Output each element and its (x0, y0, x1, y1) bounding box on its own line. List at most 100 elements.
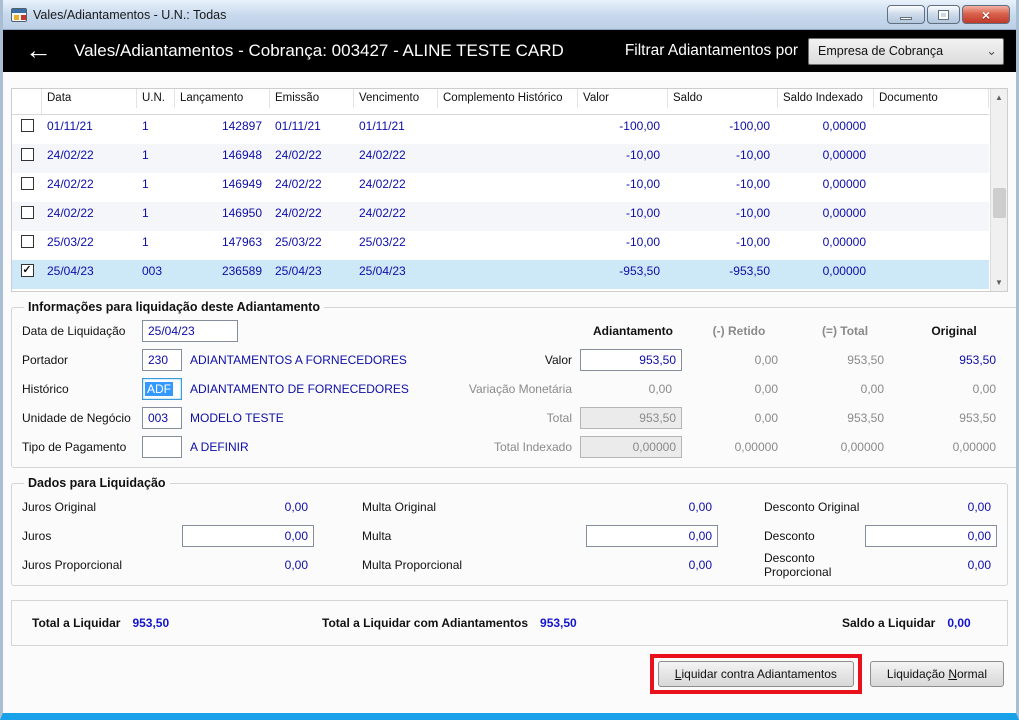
tipo-de-pagamento-input[interactable] (142, 436, 182, 458)
field-label: Unidade de Negócio (22, 411, 142, 425)
vertical-scrollbar[interactable]: ▲ ▼ (990, 89, 1007, 291)
liquidation-label: Desconto Original (764, 500, 865, 514)
liquidation-label: Juros Proporcional (22, 558, 182, 572)
column-header-emissao[interactable]: Emissão (270, 89, 354, 108)
column-header-saldo-indexado[interactable]: Saldo Indexado (778, 89, 874, 108)
table-row[interactable]: 24/02/22114694824/02/2224/02/22-10,00-10… (12, 144, 989, 173)
matrix-cell: 0,00000 (898, 440, 1010, 454)
portador-input[interactable] (142, 349, 182, 371)
liquidation-value: 0,00 (586, 500, 718, 514)
liquidation-label: Desconto Proporcional (764, 551, 865, 579)
liquidation-value: 0,00 (182, 558, 314, 572)
maximize-button[interactable] (927, 5, 960, 24)
row-checkbox[interactable] (21, 206, 34, 219)
multa-input[interactable] (586, 525, 718, 547)
table-row[interactable]: 25/03/22114796325/03/2225/03/22-10,00-10… (12, 231, 989, 260)
column-header-lancamento[interactable]: Lançamento (175, 89, 270, 108)
column-header-documento[interactable]: Documento (874, 89, 989, 108)
row-checkbox-checked[interactable]: ✓ (21, 264, 34, 277)
field-label: Data de Liquidação (22, 324, 142, 338)
matrix-col-retido: (-) Retido (686, 324, 792, 338)
liquidar-contra-adiantamentos-button[interactable]: Liquidar contra Adiantamentos (658, 661, 854, 687)
cell-saldo-indexado: 0,00000 (778, 235, 874, 249)
liquidation-row: JurosMultaDesconto (22, 521, 997, 550)
field-row-historico: HistóricoADFADIANTAMENTO DE FORNECEDORES (22, 374, 458, 403)
column-header-vencimento[interactable]: Vencimento (354, 89, 438, 108)
cell-data: 01/11/21 (42, 119, 137, 133)
row-checkbox[interactable] (21, 177, 34, 190)
table-row[interactable]: ✓25/04/2300323658925/04/2325/04/23-953,5… (12, 260, 989, 289)
cell-valor: -100,00 (578, 119, 668, 133)
column-header-saldo[interactable]: Saldo (668, 89, 778, 108)
cell-saldo-indexado: 0,00000 (778, 264, 874, 278)
valor-input[interactable] (580, 349, 682, 371)
desconto-input[interactable] (865, 525, 997, 547)
liquidation-section: Dados para Liquidação Juros Original0,00… (11, 476, 1008, 586)
row-checkbox[interactable] (21, 235, 34, 248)
historico-input[interactable]: ADF (142, 378, 182, 400)
scrollbar-track[interactable] (991, 106, 1008, 274)
matrix-col-total: (=) Total (792, 324, 898, 338)
red-highlight-annotation: Liquidar contra Adiantamentos (650, 654, 862, 694)
saldo-a-liquidar-label: Saldo a Liquidar (842, 616, 935, 630)
matrix-cell: 0,00 (686, 411, 792, 425)
matrix-row-label: Total (458, 411, 580, 425)
liquidation-label: Multa Original (362, 500, 586, 514)
filter-label: Filtrar Adiantamentos por (625, 42, 798, 60)
table-row[interactable]: 24/02/22114695024/02/2224/02/22-10,00-10… (12, 202, 989, 231)
field-row-portador: PortadorADIANTAMENTOS A FORNECEDORES (22, 345, 458, 374)
cell-vencimento: 25/03/22 (354, 235, 438, 249)
cell-u-n: 1 (137, 119, 175, 133)
cell-saldo: -10,00 (668, 148, 778, 162)
liquidation-row: Juros Proporcional0,00Multa Proporcional… (22, 550, 997, 579)
column-header-u-n[interactable]: U.N. (137, 89, 175, 108)
matrix-cell: 0,00000 (792, 440, 898, 454)
cell-u-n: 1 (137, 235, 175, 249)
cell-emissao: 24/02/22 (270, 148, 354, 162)
cell-data: 25/03/22 (42, 235, 137, 249)
total-a-liquidar-label: Total a Liquidar (32, 616, 120, 630)
table-row[interactable]: 01/11/21114289701/11/2101/11/21-100,00-1… (12, 115, 989, 144)
matrix-row-valor: Valor0,00953,50953,50 (458, 345, 1010, 374)
cell-lancamento: 146950 (175, 206, 270, 220)
cell-emissao: 24/02/22 (270, 206, 354, 220)
field-label: Portador (22, 353, 142, 367)
column-header-complemento-historico[interactable]: Complemento Histórico (438, 89, 578, 108)
liquidation-row: Juros Original0,00Multa Original0,00Desc… (22, 492, 997, 521)
group-desconto-proporcional: Desconto Proporcional0,00 (764, 551, 997, 579)
liquidation-label: Multa (362, 529, 586, 543)
column-header-checkbox (12, 89, 42, 108)
unidade-de-negocio-input[interactable] (142, 407, 182, 429)
juros-input[interactable] (182, 525, 314, 547)
cell-valor: -10,00 (578, 235, 668, 249)
filter-dropdown[interactable]: Empresa de Cobrança ⌄ (808, 38, 1004, 65)
total-input (580, 407, 682, 429)
cell-data: 24/02/22 (42, 148, 137, 162)
close-button[interactable]: × (962, 5, 1010, 24)
info-fields: Data de Liquidação PortadorADIANTAMENTOS … (22, 316, 458, 461)
row-checkbox-cell (12, 177, 42, 190)
filter-dropdown-value: Empresa de Cobrança (818, 44, 943, 58)
row-checkbox[interactable] (21, 148, 34, 161)
close-icon: × (982, 8, 990, 22)
row-checkbox[interactable] (21, 119, 34, 132)
table-row[interactable]: 24/02/22114694924/02/2224/02/22-10,00-10… (12, 173, 989, 202)
filter-area: Filtrar Adiantamentos por Empresa de Cob… (625, 38, 1004, 65)
scroll-down-icon[interactable]: ▼ (991, 274, 1008, 291)
cell-vencimento: 24/02/22 (354, 177, 438, 191)
group-multa: Multa (362, 525, 718, 547)
column-header-data[interactable]: Data (42, 89, 137, 108)
back-arrow-icon[interactable]: ← (25, 37, 52, 64)
scroll-up-icon[interactable]: ▲ (991, 89, 1008, 106)
scrollbar-thumb[interactable] (993, 188, 1006, 218)
cell-lancamento: 236589 (175, 264, 270, 278)
column-header-valor[interactable]: Valor (578, 89, 668, 108)
matrix-cell: 953,50 (792, 353, 898, 367)
minimize-button[interactable] (887, 5, 925, 24)
liquidacao-normal-button[interactable]: Liquidação Normal (870, 661, 1004, 687)
matrix-row-total-indexado: Total Indexado0,000000,000000,00000 (458, 432, 1010, 461)
liquidation-section-title: Dados para Liquidação (24, 476, 170, 490)
matrix-cell: 0,00 (686, 382, 792, 396)
data-de-liquidacao-input[interactable] (142, 320, 238, 342)
cell-valor: -10,00 (578, 148, 668, 162)
